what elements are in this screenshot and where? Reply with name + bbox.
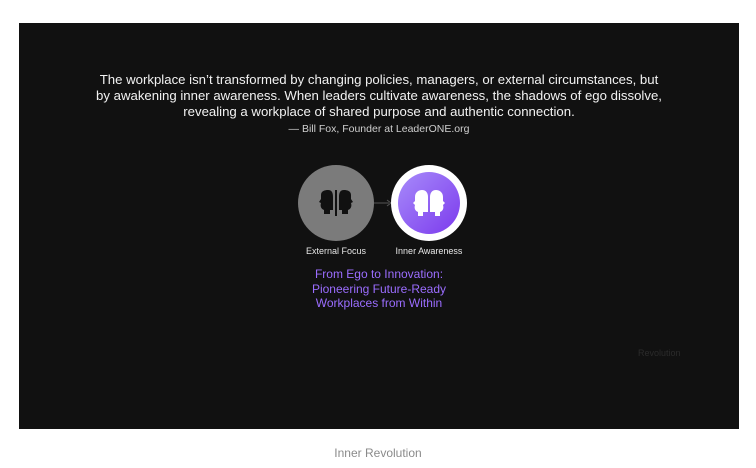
image-caption: Inner Revolution [334,446,422,460]
quote-attribution: — Bill Fox, Founder at LeaderONE.org [288,123,470,135]
headline-line: Workplaces from Within [315,296,443,310]
corner-label: Revolution [638,348,681,358]
arrow-connector [374,199,392,207]
headline-line: Pioneering Future-Ready [311,281,447,296]
quote-line: by awakening inner awareness. When leade… [96,88,662,103]
quote-line: revealing a workplace of shared purpose … [183,104,575,119]
two-faces-facing-away-icon [319,190,353,216]
headline: From Ego to Innovation: Pioneering Futur… [19,267,739,311]
quote: The workplace isn’t transformed by chang… [59,72,699,120]
quote-line: The workplace isn’t transformed by chang… [99,72,659,87]
external-focus-node [298,165,374,241]
inner-awareness-node [391,165,467,241]
headline-line: From Ego to Innovation: [314,267,444,281]
two-faces-together-icon [413,190,445,216]
inner-awareness-label: Inner Awareness [395,246,463,256]
slide-image: The workplace isn’t transformed by chang… [19,23,739,429]
